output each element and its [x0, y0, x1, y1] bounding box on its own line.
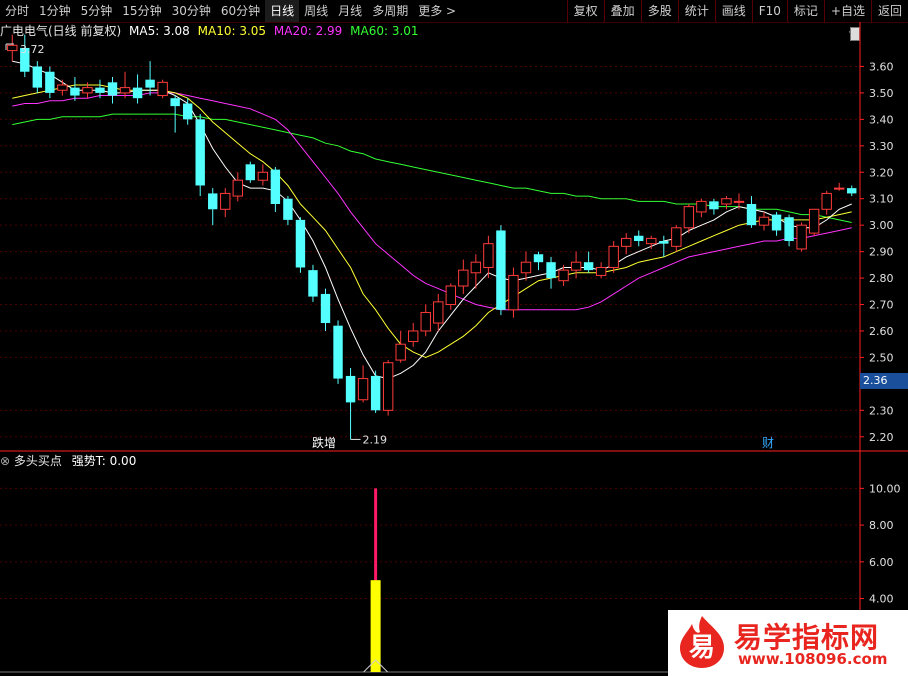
price-tick-label: 3.00 [869, 219, 894, 232]
svg-text:易: 易 [689, 633, 715, 663]
candle-body-down [847, 188, 857, 194]
candle-body-down [659, 241, 669, 244]
candle-body-down [195, 119, 205, 186]
ma60-line [12, 113, 852, 223]
price-tick-label: 2.70 [869, 299, 894, 312]
candle-body-up [683, 206, 695, 229]
candle-body-up [119, 87, 131, 94]
low-annotation: 2.19 [363, 433, 388, 446]
candle-body-up [82, 87, 93, 94]
candle-body-up [821, 192, 832, 210]
candle-body-down [308, 270, 318, 297]
candle-body-up [483, 243, 494, 268]
candle-body-up [508, 274, 519, 311]
kline-chart[interactable]: 3.60 3.50 3.40 3.30 3.20 3.10 3.00 2.90 2.80 2.70… [0, 0, 908, 676]
candle-body-up [420, 311, 431, 332]
candle-body-up [433, 301, 444, 324]
candle-body-down [533, 254, 544, 263]
candle-body-up [7, 44, 18, 52]
logo-url: www.108096.com [738, 650, 888, 668]
candle-body-down [784, 217, 794, 242]
candle-body-up [220, 192, 231, 210]
candle-body-down [170, 98, 180, 107]
candle-body-down [95, 87, 105, 93]
candle-body-up [445, 285, 456, 306]
candle-body-up [808, 208, 820, 234]
candle-body-down [345, 375, 356, 403]
flame-logo-icon: 易 [680, 616, 724, 668]
candle-body-up [758, 216, 770, 226]
tag-fall-label: 跌增 [312, 435, 336, 450]
price-tick-label: 3.60 [869, 60, 894, 73]
candle-body-down [771, 214, 782, 231]
candle-body-up [646, 237, 657, 245]
tag-fin-label: 财 [762, 436, 774, 450]
candle-body-up [721, 198, 732, 205]
candle-body-down [283, 198, 293, 220]
candle-body-down [295, 219, 306, 268]
candle-body-up [608, 245, 619, 268]
price-tick-label: 3.30 [869, 140, 894, 153]
candle-body-down [496, 230, 506, 310]
candle-body-down [634, 235, 644, 242]
candle-body-up [796, 224, 807, 250]
signal-bar [370, 580, 381, 672]
candle-body-up [408, 330, 419, 343]
ma10-line [12, 84, 852, 358]
candle-body-up [671, 227, 682, 247]
watermark-logo: 易 易学指标网 www.108096.com [668, 610, 908, 676]
candle-body-up [558, 269, 569, 282]
candle-body-down [132, 87, 143, 99]
price-tick-label: 3.10 [869, 193, 894, 206]
price-tick-label: 2.80 [869, 272, 894, 285]
indicator-tick-label: 10.00 [869, 482, 901, 495]
candle-body-up [570, 261, 582, 271]
candle-body-up [57, 84, 68, 91]
candle-body-up [470, 261, 482, 274]
price-tick-label: 3.50 [869, 87, 894, 100]
candle-body-down [32, 66, 43, 88]
indicator-tick-label: 4.00 [869, 593, 894, 606]
price-tick-label: 2.20 [869, 431, 894, 444]
candle-body-down [746, 204, 757, 226]
candle-body-up [621, 237, 632, 247]
candle-body-down [546, 262, 556, 279]
candle-body-up [696, 200, 707, 213]
candle-body-up [458, 269, 469, 287]
high-annotation: 3.72 [20, 43, 45, 56]
candle-body-down [182, 103, 193, 120]
price-tick-label: 3.40 [869, 113, 894, 126]
candle-body-down [270, 169, 281, 204]
candle-body-up [257, 171, 269, 181]
candle-body-up [232, 179, 243, 197]
candle-body-up [395, 343, 406, 361]
current-price-tag: 2.36 [860, 373, 908, 389]
indicator-tick-label: 6.00 [869, 556, 894, 569]
candle-body-up [357, 378, 369, 401]
price-tick-label: 2.30 [869, 404, 894, 417]
candle-body-down [709, 201, 719, 210]
candle-body-up [520, 261, 532, 274]
candle-body-down [145, 79, 155, 88]
candle-body-up [834, 187, 845, 190]
candle-body-up [157, 81, 168, 97]
price-tick-label: 2.60 [869, 325, 894, 338]
candle-body-down [45, 71, 55, 93]
price-tick-label: 2.50 [869, 351, 894, 364]
candle-body-down [320, 293, 331, 324]
price-tick-label: 3.20 [869, 166, 894, 179]
candle-body-up [595, 266, 607, 276]
candle-body-down [245, 164, 256, 181]
candle-body-down [333, 325, 343, 379]
candle-body-down [208, 193, 218, 210]
price-tick-label: 2.90 [869, 246, 894, 259]
candle-body-down [107, 82, 118, 96]
candle-body-down [370, 375, 381, 411]
candle-body-up [733, 200, 745, 203]
candle-body-down [70, 87, 80, 96]
candle-body-down [583, 262, 594, 271]
indicator-tick-label: 8.00 [869, 519, 894, 532]
candle-body-up [382, 362, 394, 411]
